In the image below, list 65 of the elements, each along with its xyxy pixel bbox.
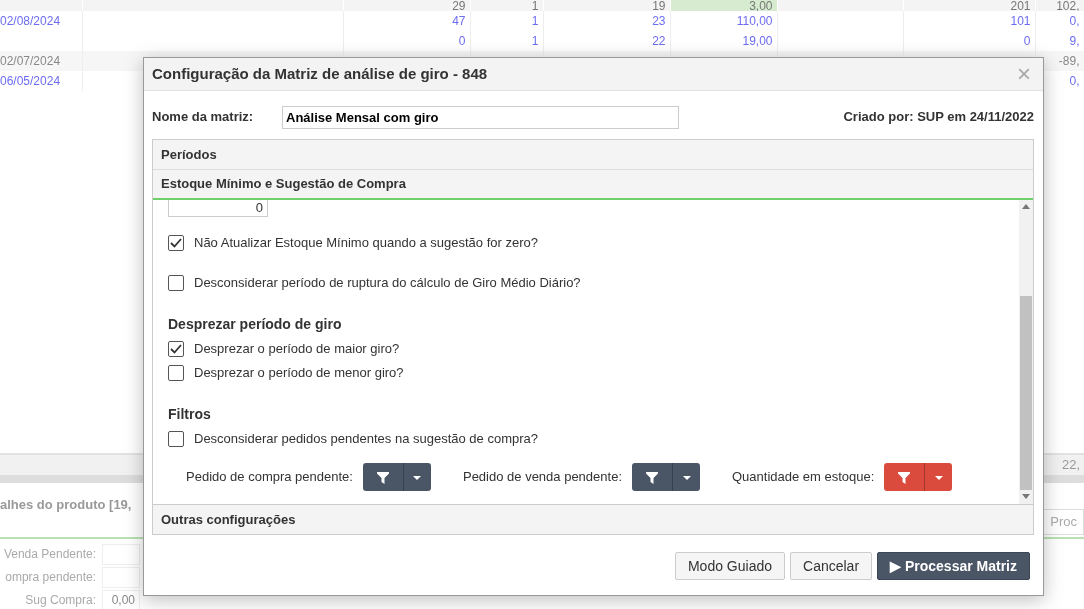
table-cell: 0 bbox=[1023, 34, 1031, 48]
filter-label: Pedido de compra pendente: bbox=[186, 468, 353, 487]
scrollbar[interactable] bbox=[1019, 200, 1033, 504]
field-label: ompra pendente: bbox=[4, 569, 96, 586]
filter-label: Quantidade em estoque: bbox=[732, 468, 875, 487]
header-cell: 102, bbox=[1056, 0, 1080, 11]
table-cell: 9, bbox=[1069, 34, 1080, 48]
header-cell: 201 bbox=[1010, 0, 1031, 11]
filter-button[interactable] bbox=[632, 463, 700, 491]
table-cell: 47 bbox=[452, 14, 466, 28]
checkbox[interactable] bbox=[168, 431, 184, 447]
field-label: Sug Compra: bbox=[24, 592, 96, 609]
checkbox[interactable] bbox=[168, 365, 184, 381]
input-field[interactable] bbox=[102, 543, 140, 565]
section-header[interactable]: Períodos bbox=[153, 140, 1033, 170]
input-field[interactable]: 0 bbox=[168, 200, 268, 217]
section-header[interactable]: Estoque Mínimo e Sugestão de Compra bbox=[153, 170, 1033, 200]
filter-button[interactable] bbox=[884, 463, 953, 491]
process-button[interactable]: ▶ Processar Matriz bbox=[877, 552, 1030, 580]
input-field[interactable]: 0,00 bbox=[102, 589, 140, 609]
filter-icon bbox=[645, 470, 659, 485]
table-cell: 22 bbox=[652, 34, 666, 48]
table-cell: 0, bbox=[1069, 74, 1080, 88]
checkbox-label: Desconsiderar período de ruptura do cálculo de Giro Médio Diário? bbox=[194, 274, 581, 293]
table-cell: 1 bbox=[531, 14, 539, 28]
checkbox[interactable] bbox=[168, 341, 184, 357]
dialog-title: Configuração da Matriz de análise de giro - 848 bbox=[152, 65, 488, 83]
checkbox-label: Não Atualizar Estoque Mínimo quando a sugestão for zero? bbox=[194, 234, 538, 253]
section-heading: Filtros bbox=[168, 404, 212, 424]
scroll-down-icon[interactable] bbox=[1022, 494, 1030, 500]
filter-icon bbox=[897, 470, 912, 485]
date-link[interactable]: 02/08/2024 bbox=[0, 14, 61, 28]
name-field[interactable]: Análise Mensal com giro bbox=[282, 105, 679, 129]
table-cell: 23 bbox=[652, 14, 666, 28]
table-cell: -89, bbox=[1058, 54, 1080, 68]
created-by-text: Criado por: SUP em 24/11/2022 bbox=[843, 108, 1034, 127]
input-field[interactable] bbox=[102, 566, 140, 588]
dialog-button[interactable]: Modo Guiado bbox=[674, 552, 785, 580]
table-cell: 101 bbox=[1010, 14, 1031, 28]
checkbox[interactable] bbox=[168, 235, 184, 251]
header-cell: 3,00 bbox=[749, 0, 773, 11]
checkbox[interactable] bbox=[168, 275, 184, 291]
table-cell: 19,00 bbox=[742, 34, 773, 48]
filter-label: Pedido de venda pendente: bbox=[462, 468, 622, 487]
date-link[interactable]: 06/05/2024 bbox=[0, 74, 61, 88]
table-cell: 1 bbox=[531, 34, 539, 48]
checkbox-label: Desprezar o período de maior giro? bbox=[194, 340, 400, 359]
table-cell: 110,00 bbox=[736, 14, 773, 28]
header-cell: 1 bbox=[531, 0, 539, 11]
table-cell: 0 bbox=[458, 34, 466, 48]
field-label: Nome da matriz: bbox=[152, 108, 255, 127]
checkbox-label: Desprezar o período de menor giro? bbox=[194, 364, 404, 383]
checkbox-label: Desconsiderar pedidos pendentes na sugestão de compra? bbox=[194, 430, 538, 449]
table-cell: 0, bbox=[1069, 14, 1080, 28]
total-value: 22, bbox=[1061, 456, 1080, 475]
header-cell: 29 bbox=[452, 0, 466, 11]
header-cell: 19 bbox=[652, 0, 666, 11]
section-header[interactable]: Outras configurações bbox=[153, 504, 1033, 534]
section-heading: Desprezar período de giro bbox=[168, 314, 343, 334]
dialog-button[interactable]: Cancelar bbox=[790, 552, 873, 580]
filter-button[interactable] bbox=[362, 463, 431, 491]
details-title: alhes do produto [19, bbox=[0, 496, 132, 514]
scroll-up-icon[interactable] bbox=[1022, 204, 1030, 210]
field-label: Venda Pendente: bbox=[2, 546, 96, 563]
filter-icon bbox=[375, 470, 390, 485]
